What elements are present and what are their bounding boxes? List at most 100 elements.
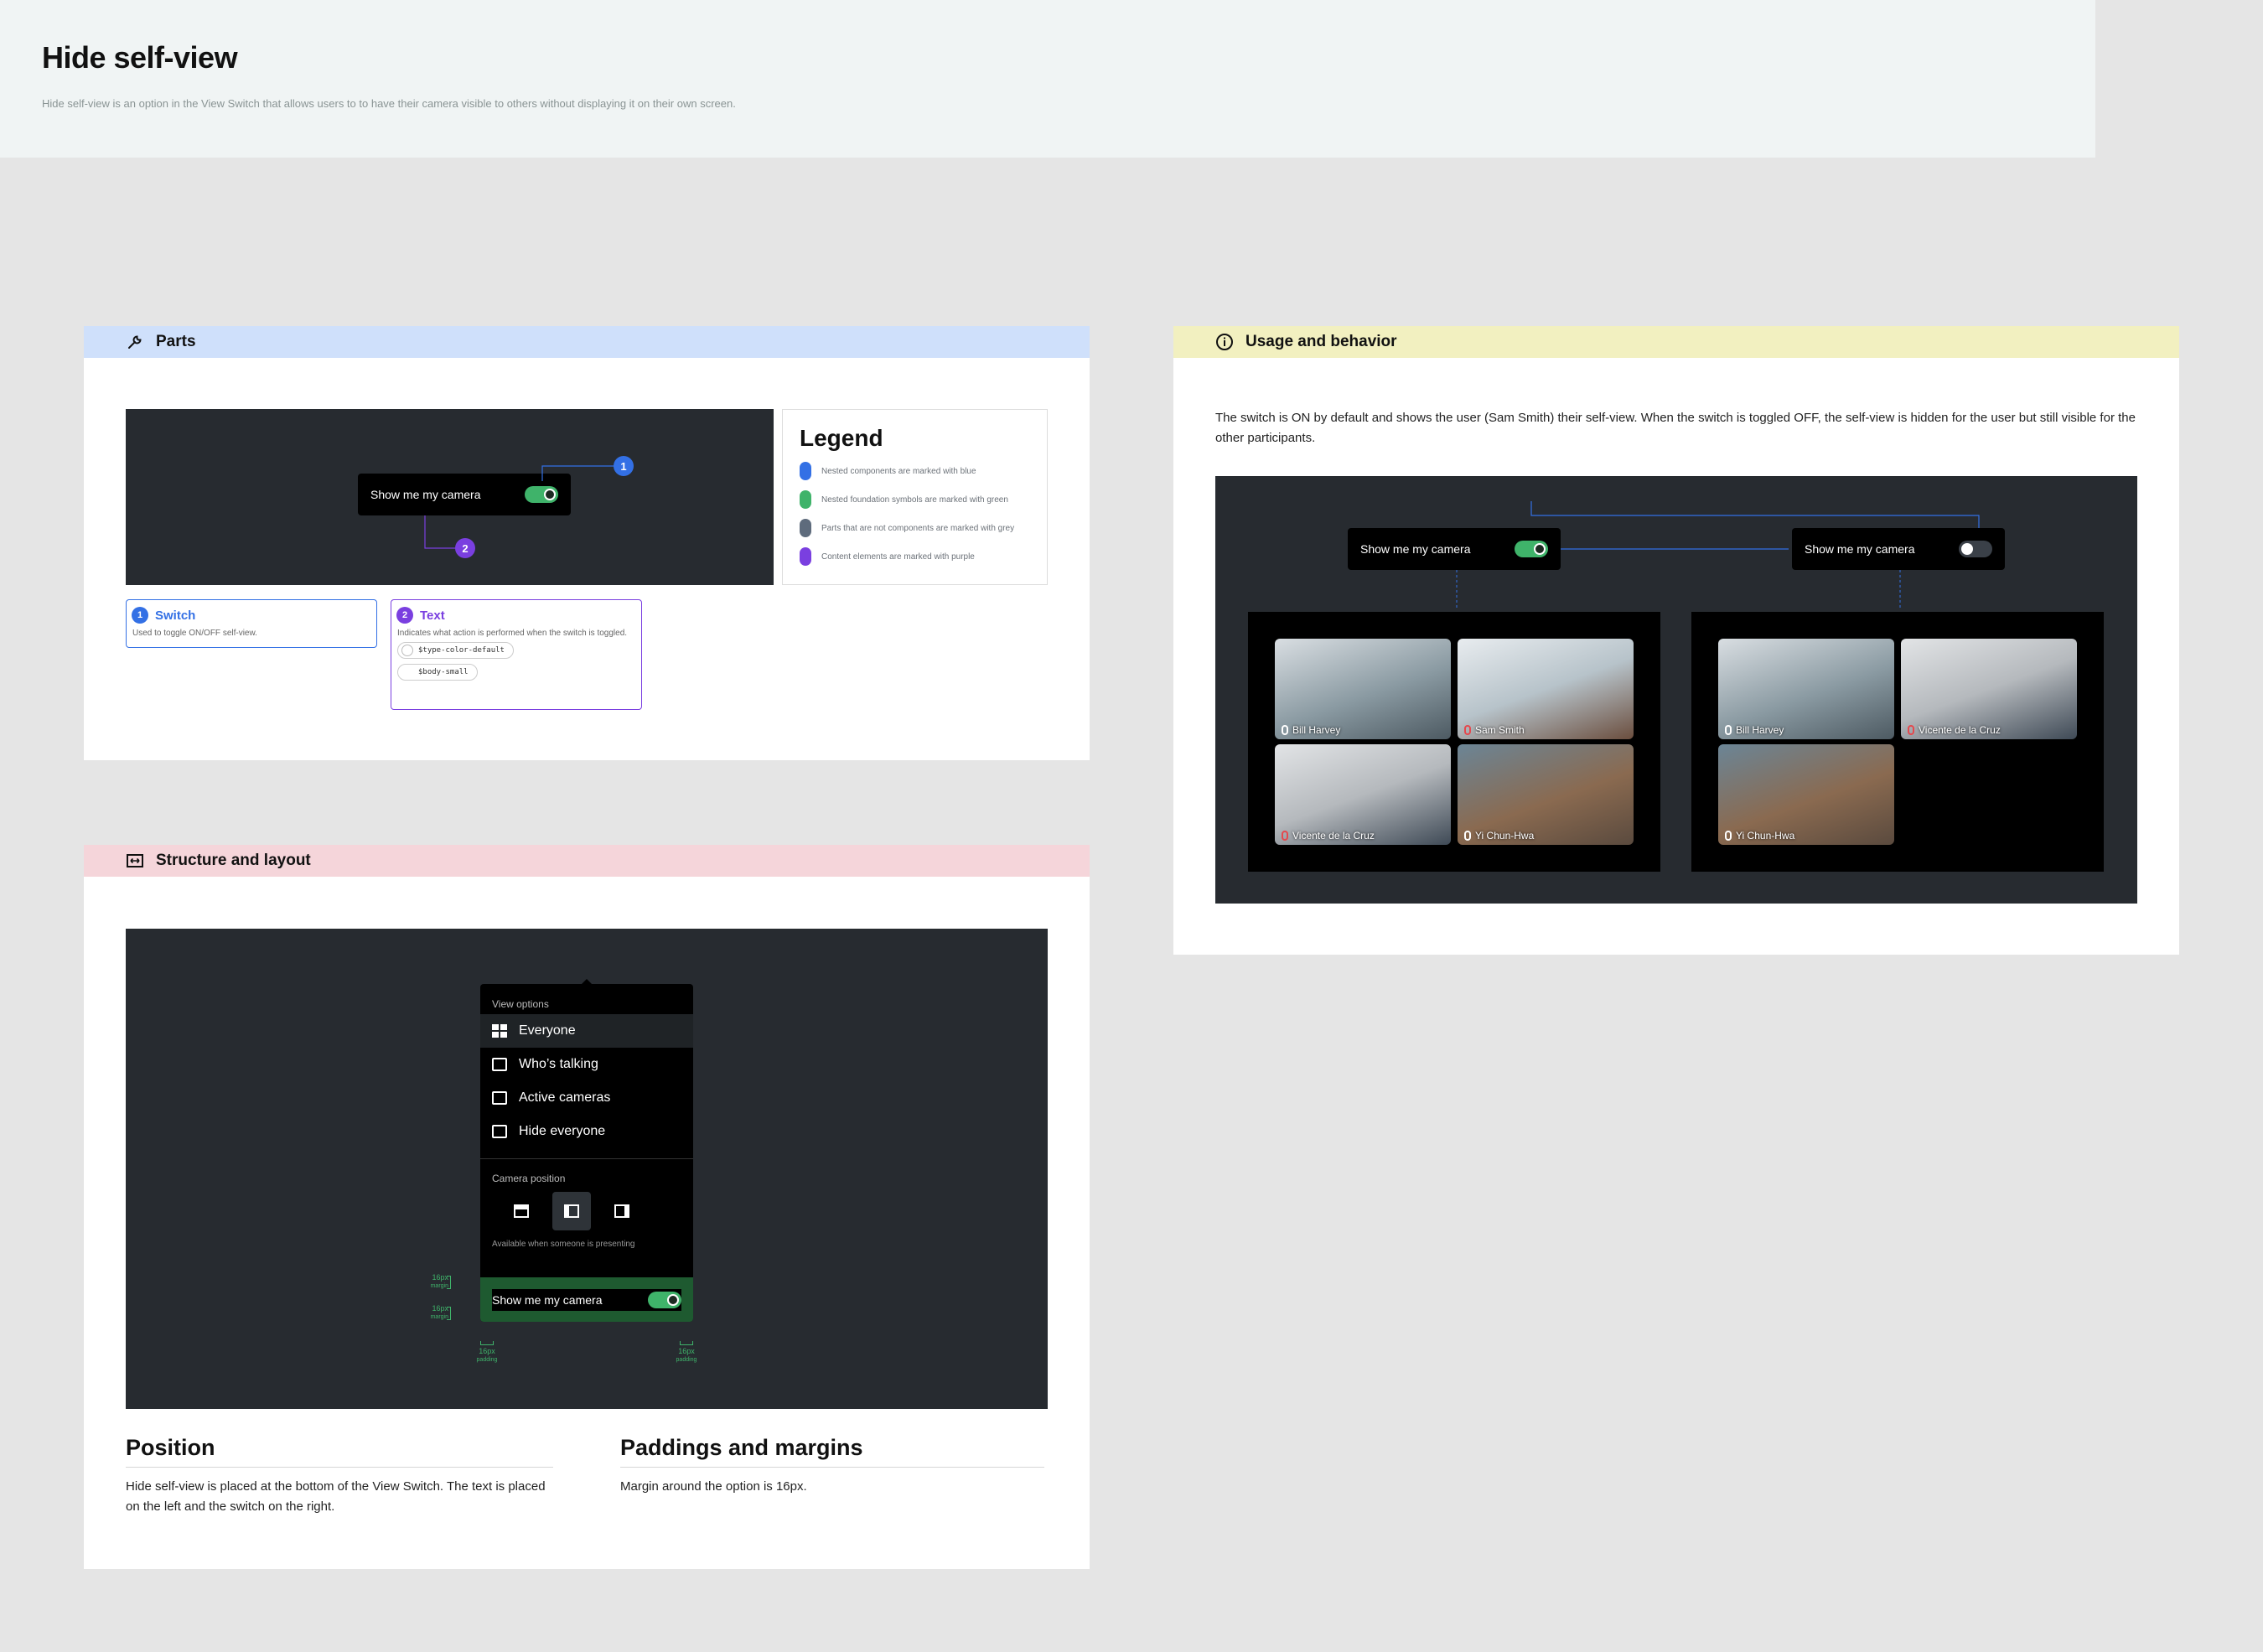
- page-header: Hide self-view Hide self-view is an opti…: [0, 0, 2095, 158]
- left-toggle-label: Show me my camera: [1360, 542, 1471, 556]
- paddings-divider: [620, 1467, 1044, 1468]
- legend-label: Content elements are marked with purple: [821, 552, 975, 562]
- position-top-button[interactable]: [502, 1192, 541, 1230]
- left-toggle-row: Show me my camera: [1348, 528, 1561, 570]
- mic-icon: [1725, 725, 1732, 735]
- switch-part-title: Switch: [155, 608, 196, 623]
- mic-muted-icon: [1464, 725, 1471, 735]
- text-part-card: 2 Text Indicates what action is performed…: [391, 599, 642, 710]
- mic-icon: [1282, 725, 1288, 735]
- token-chip: $body-small: [397, 664, 478, 681]
- mic-muted-icon: [1282, 831, 1288, 841]
- legend-label: Nested components are marked with blue: [821, 466, 976, 476]
- info-icon: [1215, 333, 1234, 351]
- video-tile: Vicente de la Cruz: [1275, 744, 1451, 845]
- video-tile: Sam Smith: [1458, 639, 1634, 739]
- position-text: Hide self-view is placed at the bottom o…: [126, 1479, 546, 1514]
- self-view-switch-off[interactable]: [1959, 541, 1992, 557]
- right-toggle-label: Show me my camera: [1805, 542, 1915, 556]
- marker-2-badge: 2: [455, 538, 475, 558]
- parts-connectors: [424, 465, 629, 549]
- mic-muted-icon: [1908, 725, 1914, 735]
- position-right-button[interactable]: [603, 1192, 641, 1230]
- padding-bracket: [480, 1341, 494, 1345]
- camera-position-buttons: [480, 1191, 693, 1231]
- camera-position-label: Camera position: [492, 1173, 566, 1184]
- usage-band: Usage and behavior: [1173, 326, 2179, 358]
- grey-swatch: [800, 519, 811, 537]
- structure-switch[interactable]: [648, 1292, 681, 1308]
- parts-band: Parts: [84, 326, 1090, 358]
- structure-title: Structure and layout: [156, 852, 311, 869]
- padding-annotation-right: 16px padding: [676, 1347, 697, 1364]
- legend-item-purple: Content elements are marked with purple: [800, 542, 1047, 571]
- page-title: Hide self-view: [42, 40, 238, 75]
- meeting-grid-right: Bill Harvey Vicente de la Cruz Yi Chun-H…: [1691, 612, 2104, 872]
- blue-swatch: [800, 462, 811, 480]
- video-tile: Bill Harvey: [1275, 639, 1451, 739]
- menu-item-active-cameras[interactable]: Active cameras: [480, 1081, 693, 1115]
- token-swatch: [401, 666, 413, 678]
- text-part-desc: Indicates what action is performed when …: [397, 629, 628, 638]
- mic-icon: [1725, 831, 1732, 841]
- paddings-title: Paddings and margins: [620, 1435, 863, 1460]
- view-options-label: View options: [492, 998, 549, 1010]
- text-number-badge: 2: [396, 607, 413, 624]
- switch-part-desc: Used to toggle ON/OFF self-view.: [132, 629, 257, 638]
- menu-item-whos-talking[interactable]: Who’s talking: [480, 1048, 693, 1081]
- token-chip: $type-color-default: [397, 642, 514, 659]
- person-icon: [492, 1058, 507, 1071]
- marker-1-badge: 1: [614, 456, 634, 476]
- video-tile: Vicente de la Cruz: [1901, 639, 2077, 739]
- switch-part-card: 1 Switch Used to toggle ON/OFF self-view.: [126, 599, 377, 648]
- margin-annotation-bottom: 16px margin: [430, 1304, 448, 1321]
- position-divider: [126, 1467, 553, 1468]
- padding-bracket: [680, 1341, 693, 1345]
- structure-toggle-row: Show me my camera: [492, 1289, 681, 1311]
- usage-preview: Show me my camera Show me my camera Bill…: [1215, 476, 2137, 904]
- legend-title: Legend: [800, 425, 883, 451]
- parts-title: Parts: [156, 333, 196, 350]
- camera-icon: [492, 1091, 507, 1105]
- green-swatch: [800, 490, 811, 509]
- page-description: Hide self-view is an option in the View …: [42, 97, 736, 110]
- video-tile: Bill Harvey: [1718, 639, 1894, 739]
- menu-item-hide-everyone[interactable]: Hide everyone: [480, 1115, 693, 1148]
- self-view-switch-on[interactable]: [1515, 541, 1548, 557]
- legend-label: Parts that are not components are marked…: [821, 523, 1015, 533]
- switch-number-badge: 1: [132, 607, 148, 624]
- layout-top-icon: [514, 1204, 529, 1218]
- legend-box: Legend Nested components are marked with…: [782, 409, 1048, 585]
- parts-preview: Show me my camera 1 2: [126, 409, 774, 585]
- paddings-text: Margin around the option is 16px.: [620, 1479, 807, 1494]
- margin-bracket: [447, 1307, 451, 1320]
- margin-annotation-top: 16px margin: [430, 1273, 448, 1290]
- usage-card: Usage and behavior The switch is ON by d…: [1173, 326, 2179, 955]
- mic-icon: [1464, 831, 1471, 841]
- wrench-icon: [126, 333, 144, 351]
- layout-left-icon: [564, 1204, 579, 1218]
- position-left-button[interactable]: [552, 1192, 591, 1230]
- structure-band: Structure and layout: [84, 845, 1090, 877]
- view-options-menu: View options Everyone Who’s talking Acti…: [480, 979, 693, 1322]
- layout-right-icon: [614, 1204, 629, 1218]
- margin-bracket: [447, 1276, 451, 1289]
- position-title: Position: [126, 1435, 215, 1460]
- hide-person-icon: [492, 1125, 507, 1138]
- layout-icon: [126, 852, 144, 870]
- menu-item-everyone[interactable]: Everyone: [480, 1014, 693, 1048]
- structure-card: Structure and layout View options Everyo…: [84, 845, 1090, 1569]
- video-tile: Yi Chun-Hwa: [1458, 744, 1634, 845]
- hide-self-view-option: Show me my camera: [480, 1277, 693, 1322]
- menu-caret: [581, 979, 593, 985]
- padding-annotation-left: 16px padding: [476, 1347, 498, 1364]
- purple-swatch: [800, 547, 811, 566]
- available-note: Available when someone is presenting: [492, 1240, 635, 1249]
- legend-label: Nested foundation symbols are marked wit…: [821, 495, 1008, 505]
- menu-divider: [480, 1158, 693, 1159]
- structure-preview: View options Everyone Who’s talking Acti…: [126, 929, 1048, 1409]
- usage-title: Usage and behavior: [1245, 333, 1397, 350]
- video-tile: Yi Chun-Hwa: [1718, 744, 1894, 845]
- usage-description: The switch is ON by default and shows th…: [1215, 411, 2136, 445]
- text-part-title: Text: [420, 608, 445, 623]
